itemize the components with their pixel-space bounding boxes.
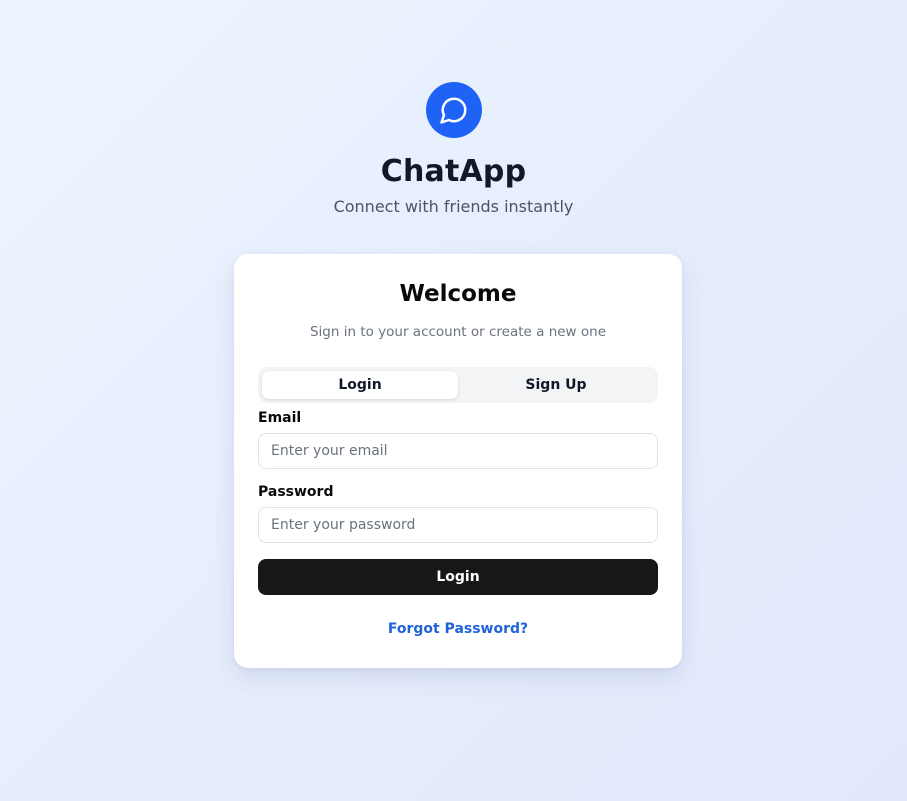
card-title: Welcome (399, 281, 517, 307)
forgot-password-link[interactable]: Forgot Password? (258, 620, 658, 638)
card-subtitle: Sign in to your account or create a new … (309, 324, 607, 340)
password-label: Password (258, 484, 334, 500)
tab-signup[interactable]: Sign Up (458, 371, 654, 399)
login-button[interactable]: Login (258, 559, 658, 595)
brand-header: ChatApp Connect with friends instantly (0, 82, 907, 218)
app-tagline: Connect with friends instantly (333, 197, 574, 216)
email-field[interactable] (258, 433, 658, 469)
auth-card: Welcome Sign in to your account or creat… (234, 254, 682, 668)
app-title: ChatApp (380, 154, 527, 189)
email-label: Email (258, 410, 302, 426)
chat-bubble-icon (425, 82, 482, 138)
password-field[interactable] (258, 507, 658, 543)
auth-tabs: Login Sign Up (258, 367, 658, 403)
tab-login[interactable]: Login (262, 371, 458, 399)
